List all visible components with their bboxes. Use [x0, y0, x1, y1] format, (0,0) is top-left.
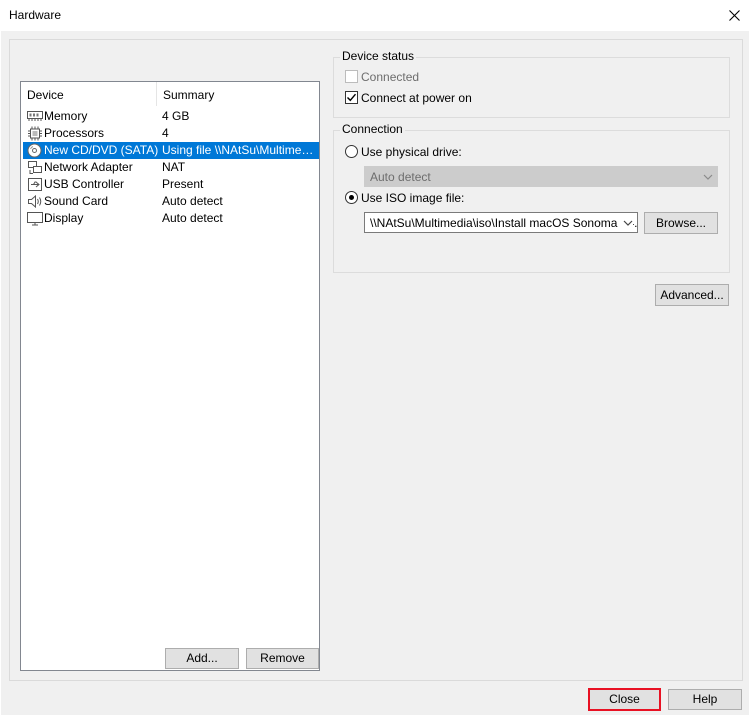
- monitor-icon: [27, 211, 43, 226]
- device-row[interactable]: Processors 4: [23, 125, 319, 142]
- connection-label: Connection: [340, 122, 405, 136]
- connect-at-power-on-checkbox[interactable]: [345, 91, 358, 104]
- connection-group: Connection Use physical drive: Auto dete…: [333, 122, 730, 273]
- device-row[interactable]: New CD/DVD (SATA) Using file \\NAtSu\Mult…: [23, 142, 319, 159]
- title-bar: Hardware: [0, 0, 750, 31]
- device-row-name: Processors: [44, 126, 105, 140]
- device-status-group: Device status Connected Connect at power…: [333, 49, 730, 118]
- add-button[interactable]: Add...: [165, 648, 239, 669]
- processor-icon: [27, 126, 43, 141]
- device-row-name: USB Controller: [44, 177, 125, 191]
- device-row-summary: Present: [162, 177, 204, 191]
- device-row-name: Display: [44, 211, 84, 225]
- device-row-name: Memory: [44, 109, 88, 123]
- device-row[interactable]: Display Auto detect: [23, 210, 319, 227]
- usb-icon: [27, 177, 43, 192]
- device-row-name: Sound Card: [44, 194, 109, 208]
- physical-drive-value: Auto detect: [370, 170, 431, 184]
- device-row-summary: 4 GB: [162, 109, 190, 123]
- network-adapter-icon: [27, 160, 43, 175]
- device-list-header: Device Summary: [21, 82, 319, 106]
- device-row[interactable]: Sound Card Auto detect: [23, 193, 319, 210]
- use-iso-image-radio[interactable]: [345, 191, 358, 204]
- close-button[interactable]: Close: [588, 688, 661, 711]
- device-row[interactable]: USB Controller Present: [23, 176, 319, 193]
- device-row[interactable]: Network Adapter NAT: [23, 159, 319, 176]
- memory-icon: [27, 109, 43, 124]
- device-row-summary: NAT: [162, 160, 186, 174]
- cd-dvd-icon: [27, 143, 43, 158]
- help-button[interactable]: Help: [668, 689, 742, 710]
- advanced-button[interactable]: Advanced...: [655, 284, 729, 306]
- device-row-summary: Using file \\NAtSu\Multimedia\iso\Instal…: [162, 143, 317, 157]
- iso-image-path-value: \\NAtSu\Multimedia\iso\Install macOS Son…: [370, 216, 638, 230]
- dialog-client-area: Device Summary Memory 4 GB Processors 4 New …: [1, 31, 749, 715]
- connected-checkbox[interactable]: [345, 70, 358, 83]
- device-list[interactable]: Device Summary Memory 4 GB Processors 4 New …: [20, 81, 320, 671]
- chevron-down-icon: [623, 220, 633, 226]
- column-header-summary[interactable]: Summary: [157, 82, 317, 106]
- radio-selected-dot: [349, 195, 354, 200]
- device-row-summary: Auto detect: [162, 194, 223, 208]
- device-row-summary: Auto detect: [162, 211, 223, 225]
- use-physical-drive-label: Use physical drive:: [361, 145, 462, 159]
- device-status-label: Device status: [340, 49, 417, 63]
- browse-button[interactable]: Browse...: [644, 212, 718, 234]
- use-physical-drive-radio[interactable]: [345, 145, 358, 158]
- device-row-summary: 4: [162, 126, 169, 140]
- device-row-name: Network Adapter: [44, 160, 133, 174]
- speaker-icon: [27, 194, 43, 209]
- column-header-device[interactable]: Device: [21, 82, 156, 106]
- checkmark-icon: [347, 93, 357, 102]
- device-row[interactable]: Memory 4 GB: [23, 108, 319, 125]
- dialog-button-bar: Close Help: [1, 688, 749, 715]
- iso-image-path-select[interactable]: \\NAtSu\Multimedia\iso\Install macOS Son…: [364, 212, 638, 233]
- close-icon: [728, 10, 740, 21]
- connect-at-power-on-label: Connect at power on: [361, 91, 472, 105]
- remove-button[interactable]: Remove: [246, 648, 319, 669]
- window-close-button[interactable]: [718, 0, 750, 31]
- window-title: Hardware: [9, 8, 62, 22]
- use-iso-image-label: Use ISO image file:: [361, 191, 465, 205]
- physical-drive-select[interactable]: Auto detect: [364, 166, 718, 187]
- device-row-name: New CD/DVD (SATA): [44, 143, 159, 157]
- chevron-down-icon: [703, 174, 713, 180]
- connected-label: Connected: [361, 70, 420, 84]
